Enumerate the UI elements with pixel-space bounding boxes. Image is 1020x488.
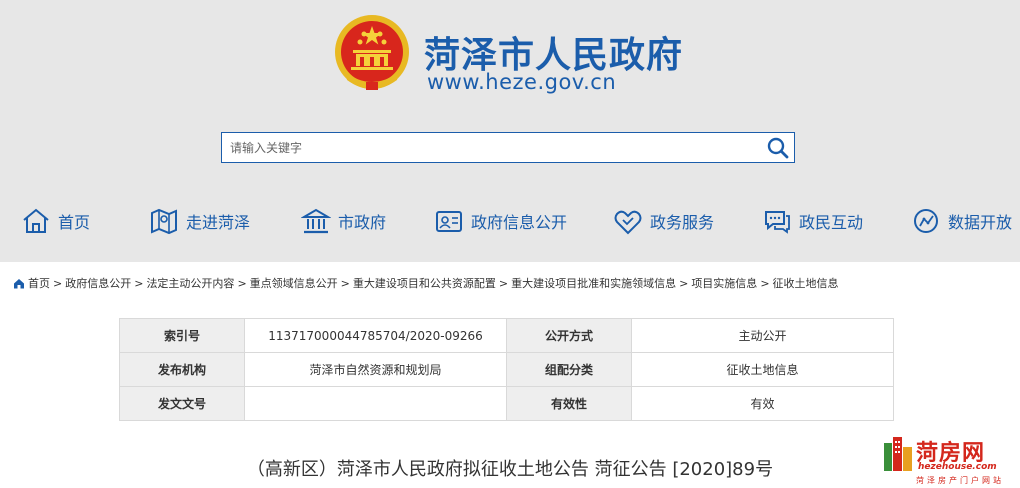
watermark-logo: 菏房网 hezehouse.com 菏泽房产门户网站	[880, 433, 1015, 485]
document-info-table: 索引号 113717000044785704/2020-09266 公开方式 主…	[119, 318, 894, 421]
doc-no-label: 发文文号	[119, 386, 245, 421]
validity-label: 有效性	[506, 386, 632, 421]
home-icon	[14, 278, 24, 288]
nav-item-open-data[interactable]: 数据开放	[911, 198, 1012, 244]
map-icon	[151, 208, 177, 235]
search-input[interactable]	[222, 133, 752, 162]
table-row: 索引号 113717000044785704/2020-09266 公开方式 主…	[119, 318, 894, 353]
open-mode-label: 公开方式	[506, 318, 632, 353]
breadcrumb-separator: >	[53, 276, 63, 290]
site-url: www.heze.gov.cn	[427, 70, 617, 94]
breadcrumb-gov-info-disclosure[interactable]: 政府信息公开	[65, 275, 131, 291]
breadcrumb-project-implementation[interactable]: 项目实施信息	[691, 275, 757, 291]
nav-label-home: 首页	[58, 213, 91, 232]
nav-item-home[interactable]: 首页	[21, 198, 90, 244]
watermark-domain: hezehouse.com	[918, 462, 997, 472]
breadcrumb-separator: >	[134, 276, 144, 290]
doc-no-value	[244, 386, 507, 421]
chat-icon	[765, 211, 790, 234]
search-icon[interactable]	[766, 136, 790, 160]
site-header: 菏泽市人民政府 www.heze.gov.cn 首页 走进菏泽	[0, 0, 1020, 262]
nav-item-public-interaction[interactable]: 政民互动	[762, 198, 863, 244]
index-no-label: 索引号	[119, 318, 245, 353]
breadcrumb-separator: >	[340, 276, 350, 290]
home-icon	[23, 208, 49, 233]
national-emblem-icon	[335, 15, 409, 90]
breadcrumb-separator: >	[760, 276, 770, 290]
breadcrumb-land-expropriation[interactable]: 征收土地信息	[773, 275, 839, 291]
nav-label-city-government: 市政府	[338, 213, 387, 232]
data-globe-icon	[914, 209, 938, 233]
open-mode-value: 主动公开	[631, 318, 894, 353]
breadcrumb: 首页 > 政府信息公开 > 法定主动公开内容 > 重点领域信息公开 > 重大建设项目和公…	[13, 275, 839, 291]
nav-label-public-interaction: 政民互动	[799, 213, 864, 232]
validity-value: 有效	[631, 386, 894, 421]
nav-label-about-heze: 走进菏泽	[186, 213, 251, 232]
breadcrumb-key-areas[interactable]: 重点领域信息公开	[250, 275, 338, 291]
nav-label-gov-info-disclosure: 政府信息公开	[471, 213, 568, 232]
government-building-icon	[301, 208, 331, 234]
watermark-tagline: 菏泽房产门户网站	[916, 476, 1004, 485]
index-no-value: 113717000044785704/2020-09266	[244, 318, 507, 353]
category-value: 征收土地信息	[631, 352, 894, 387]
breadcrumb-project-approval[interactable]: 重大建设项目批准和实施领域信息	[511, 275, 676, 291]
nav-item-about-heze[interactable]: 走进菏泽	[149, 198, 250, 244]
table-row: 发布机构 菏泽市自然资源和规划局 组配分类 征收土地信息	[119, 352, 894, 387]
nav-label-open-data: 数据开放	[948, 213, 1013, 232]
document-title: （高新区）菏泽市人民政府拟征收土地公告 菏征公告 [2020]89号	[246, 459, 774, 480]
breadcrumb-separator: >	[679, 276, 689, 290]
category-label: 组配分类	[506, 352, 632, 387]
breadcrumb-statutory-content[interactable]: 法定主动公开内容	[146, 275, 234, 291]
breadcrumb-home[interactable]: 首页	[28, 275, 50, 291]
table-row: 发文文号 有效性 有效	[119, 386, 894, 421]
breadcrumb-separator: >	[237, 276, 247, 290]
nav-label-gov-services: 政务服务	[650, 213, 715, 232]
info-card-icon	[436, 211, 462, 232]
main-nav: 首页 走进菏泽 市政府 政府信息公开 政务服务 政民互动 数据开放	[0, 198, 1020, 244]
nav-item-gov-info-disclosure[interactable]: 政府信息公开	[434, 198, 567, 244]
publisher-value: 菏泽市自然资源和规划局	[244, 352, 507, 387]
building-logo-icon	[884, 437, 912, 471]
handshake-icon	[614, 210, 642, 235]
breadcrumb-major-projects[interactable]: 重大建设项目和公共资源配置	[353, 275, 496, 291]
publisher-label: 发布机构	[119, 352, 245, 387]
nav-item-gov-services[interactable]: 政务服务	[613, 198, 714, 244]
search-box	[221, 132, 795, 163]
breadcrumb-separator: >	[498, 276, 509, 290]
nav-item-city-government[interactable]: 市政府	[301, 198, 386, 244]
